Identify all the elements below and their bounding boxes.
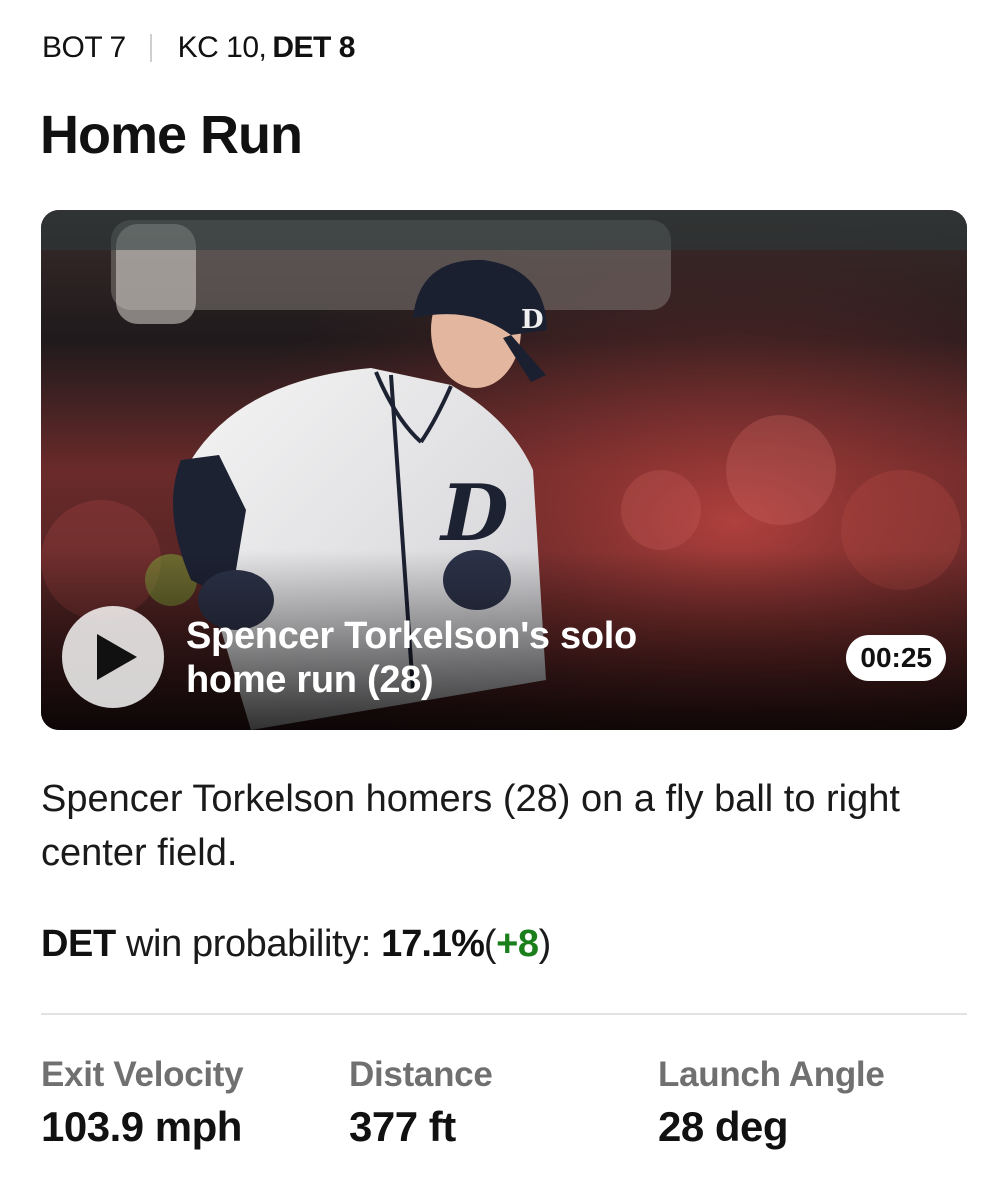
section-divider xyxy=(41,1013,967,1015)
stat-label: Distance xyxy=(349,1055,493,1094)
stat-label: Launch Angle xyxy=(658,1055,885,1094)
video-title[interactable]: Spencer Torkelson's solo home run (28) xyxy=(186,614,746,702)
away-score: KC 10, xyxy=(177,31,267,64)
stat-launch-angle: Launch Angle 28 deg xyxy=(658,1052,885,1156)
stat-value: 28 deg xyxy=(658,1103,789,1150)
play-title: Home Run xyxy=(40,105,303,165)
win-probability-team: DET xyxy=(41,923,116,965)
stat-exit-velocity: Exit Velocity 103.9 mph xyxy=(41,1052,244,1156)
win-probability-label: win probability: xyxy=(125,923,371,965)
win-probability-close-paren: ) xyxy=(538,923,552,965)
win-probability: DET win probability: 17.1%(+8) xyxy=(41,918,551,970)
play-icon xyxy=(97,634,137,680)
stat-value: 103.9 mph xyxy=(41,1103,242,1150)
play-description: Spencer Torkelson homers (28) on a fly b… xyxy=(41,778,900,874)
win-probability-open-paren: ( xyxy=(483,923,497,965)
stat-distance: Distance 377 ft xyxy=(349,1052,493,1156)
inning-label: BOT 7 xyxy=(42,31,126,64)
svg-text:D: D xyxy=(521,305,544,335)
play-button[interactable] xyxy=(62,606,164,708)
svg-text:D: D xyxy=(439,468,509,559)
home-score: DET 8 xyxy=(272,31,355,64)
stat-label: Exit Velocity xyxy=(41,1055,244,1094)
status-divider xyxy=(149,34,152,62)
video-duration-badge: 00:25 xyxy=(846,635,946,681)
win-probability-value: 17.1% xyxy=(381,923,485,965)
win-probability-delta: +8 xyxy=(496,923,539,965)
video-player[interactable]: D D Spencer Torkelson's solo home run (2… xyxy=(41,210,967,730)
game-status-bar: BOT 7 KC 10, DET 8 xyxy=(42,28,355,68)
stat-value: 377 ft xyxy=(349,1103,456,1150)
